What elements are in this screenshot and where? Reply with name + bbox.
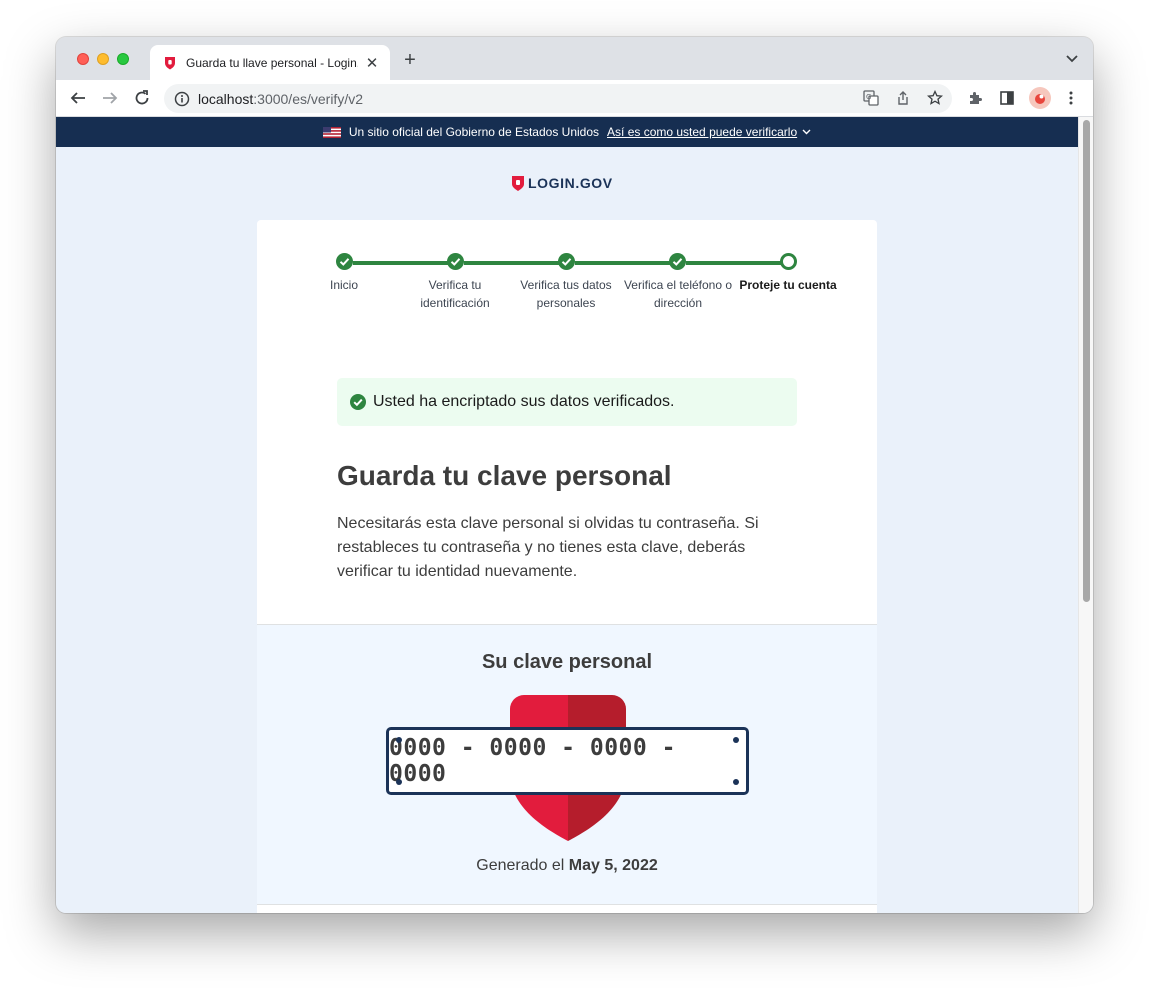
step-label-datos-personales: Verifica tus datos personales [520,278,612,310]
screw [396,737,402,743]
reload-icon[interactable] [132,88,152,108]
personal-key-plate: 0000 - 0000 - 0000 - 0000 [386,727,749,795]
new-tab-button[interactable]: + [400,50,420,70]
page-description: Necesitarás esta clave personal si olvid… [337,515,759,580]
us-flag-icon [322,126,341,138]
step-complete-check-icon [669,253,686,270]
address-bar[interactable]: localhost:3000/es/verify/v2 [164,84,952,113]
screw [733,737,739,743]
tab-close-icon[interactable]: ✕ [364,54,380,72]
step-label-telefono: Verifica el teléfono o dirección [623,278,733,310]
shield-logo-icon [512,175,524,191]
step-label-identificacion: Verifica tu identificación [420,278,490,310]
step-current-circle-icon [780,253,797,270]
side-panel-icon[interactable] [997,88,1017,108]
close-window-button[interactable] [77,53,89,65]
browser-window: Guarda tu llave personal - Login.gov ✕ +… [56,37,1093,913]
zoom-window-button[interactable] [117,53,129,65]
generated-date-line: Generado el May 5, 2022 [257,857,877,875]
browser-toolbar: localhost:3000/es/verify/v2 G [56,80,1093,117]
personal-key-code: 0000 - 0000 - 0000 - 0000 [389,735,676,787]
gov-banner: Un sitio oficial del Gobierno de Estados… [56,117,1078,147]
logo-text: LOGIN.GOV [528,175,613,191]
step-complete-check-icon [447,253,464,270]
generated-date: May 5, 2022 [568,857,658,874]
tab-search-chevron-icon[interactable] [1065,53,1079,65]
step-complete-check-icon [558,253,575,270]
step-connector [464,261,559,265]
step-label-proteje: Proteje tu cuenta [739,278,837,292]
generated-prefix: Generado el [476,857,565,874]
step-complete-check-icon [336,253,353,270]
forward-arrow-icon[interactable] [100,88,120,108]
menu-icon[interactable] [1061,88,1081,108]
share-icon[interactable] [893,88,913,108]
screw [396,779,402,785]
alert-text: Usted ha encriptado sus datos verificado… [373,393,675,410]
url-text: localhost:3000/es/verify/v2 [198,91,363,107]
scrollbar-thumb[interactable] [1083,120,1090,602]
personal-key-section: Su clave personal 0000 - 0000 - 0000 - 0… [257,624,877,905]
step-label-inicio: Inicio [329,278,358,292]
page-scrollbar[interactable] [1078,117,1093,913]
success-alert: Usted ha encriptado sus datos verificado… [337,378,797,426]
screw [733,779,739,785]
info-icon[interactable] [174,91,190,107]
personal-key-title: Su clave personal [481,651,653,673]
back-arrow-icon[interactable] [68,88,88,108]
minimize-window-button[interactable] [97,53,109,65]
step-connector [353,261,448,265]
translate-icon[interactable]: G [861,88,881,108]
check-circle-icon [350,394,366,410]
step-connector [575,261,670,265]
gov-banner-text: Un sitio oficial del Gobierno de Estados… [348,125,600,139]
step-connector [686,261,781,265]
login-gov-favicon-icon [165,56,175,69]
tab-title: Guarda tu llave personal - Login.gov [186,55,358,70]
profile-avatar[interactable] [1029,87,1051,109]
extensions-icon[interactable] [965,88,985,108]
chevron-down-icon[interactable] [802,129,811,135]
tab-strip: Guarda tu llave personal - Login.gov ✕ + [56,37,1093,80]
url-host: localhost [198,90,254,107]
gov-banner-link[interactable]: Así es como usted puede verificarlo [607,125,797,139]
active-tab[interactable]: Guarda tu llave personal - Login.gov ✕ [150,45,390,80]
page-title: Guarda tu clave personal [337,460,672,491]
svg-text:G: G [866,93,871,101]
content-card: Inicio Verifica tu identificación Verifi… [257,220,877,913]
login-gov-logo[interactable]: LOGIN.GOV [512,175,613,191]
url-path: :3000/es/verify/v2 [253,90,363,107]
step-indicator: Inicio Verifica tu identificación Verifi… [257,252,877,342]
star-icon[interactable] [925,88,945,108]
page-viewport: Un sitio oficial del Gobierno de Estados… [56,117,1093,913]
